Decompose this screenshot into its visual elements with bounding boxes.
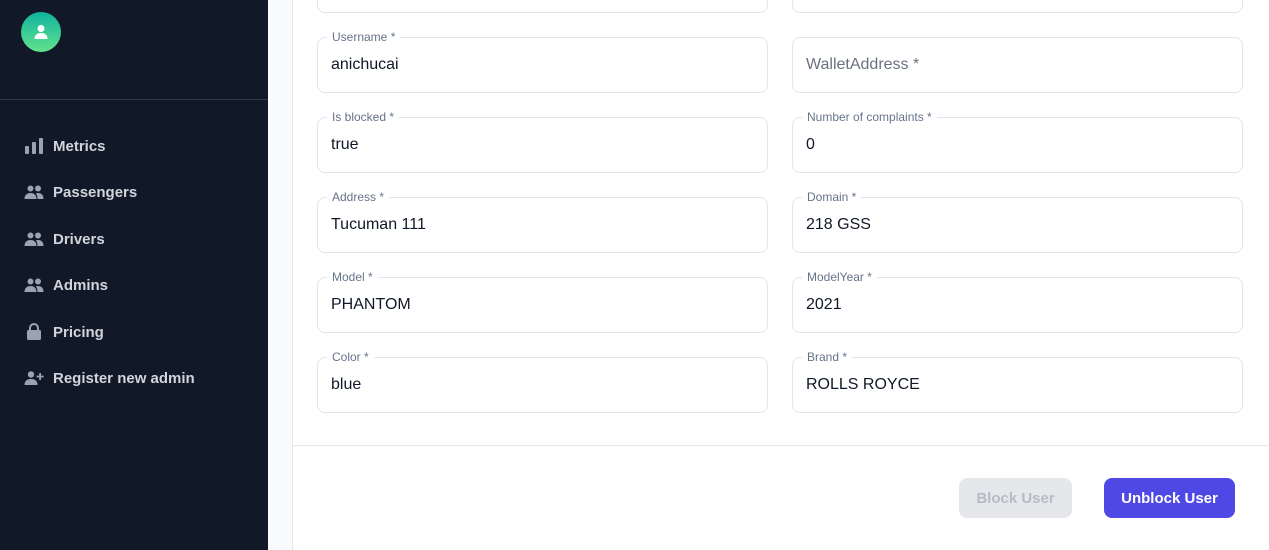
model-year-field[interactable]: ModelYear * [792, 270, 1243, 333]
users-icon [24, 275, 44, 295]
lock-icon [24, 322, 44, 342]
complaints-input[interactable] [806, 135, 1229, 155]
sidebar-item-label: Passengers [53, 183, 138, 201]
block-user-button[interactable]: Block User [959, 478, 1072, 518]
address-input[interactable] [331, 215, 754, 235]
color-field[interactable]: Color * [317, 350, 768, 413]
model-field[interactable]: Model * [317, 270, 768, 333]
sidebar-item-admins[interactable]: Admins [24, 263, 254, 307]
model-year-input[interactable] [806, 295, 1229, 315]
sidebar-item-label: Metrics [53, 137, 106, 155]
wallet-address-field[interactable] [792, 37, 1243, 93]
brand-label: Brand * [802, 350, 853, 364]
sidebar-item-label: Drivers [53, 230, 105, 248]
sidebar-item-passengers[interactable]: Passengers [24, 170, 254, 214]
domain-field[interactable]: Domain * [792, 190, 1243, 253]
brand-field[interactable]: Brand * [792, 350, 1243, 413]
brand-input[interactable] [806, 375, 1229, 395]
sidebar-item-label: Register new admin [53, 369, 195, 387]
bar-chart-icon [24, 136, 44, 156]
user-add-icon [24, 368, 44, 388]
address-label: Address * [327, 190, 390, 204]
wallet-address-input[interactable] [806, 55, 1229, 75]
domain-input[interactable] [806, 215, 1229, 235]
is-blocked-input[interactable] [331, 135, 754, 155]
color-label: Color * [327, 350, 374, 364]
username-label: Username * [327, 30, 401, 44]
sidebar-item-drivers[interactable]: Drivers [24, 217, 254, 261]
users-icon [24, 229, 44, 249]
domain-label: Domain * [802, 190, 862, 204]
complaints-field[interactable]: Number of complaints * [792, 110, 1243, 173]
sidebar-item-pricing[interactable]: Pricing [24, 310, 254, 354]
model-label: Model * [327, 270, 378, 284]
sidebar-item-label: Pricing [53, 323, 104, 341]
is-blocked-label: Is blocked * [327, 110, 400, 124]
complaints-label: Number of complaints * [802, 110, 937, 124]
actions-divider [292, 445, 1269, 446]
form-field-stub-left[interactable] [317, 0, 768, 13]
app-root: Metrics Passengers Drivers Admins Pricin… [0, 0, 1269, 550]
users-icon [24, 182, 44, 202]
color-input[interactable] [331, 375, 754, 395]
user-icon [34, 25, 48, 39]
sidebar-header [0, 0, 268, 100]
sidebar: Metrics Passengers Drivers Admins Pricin… [0, 0, 268, 550]
sidebar-item-register-admin[interactable]: Register new admin [24, 356, 254, 400]
username-input[interactable] [331, 55, 754, 75]
address-field[interactable]: Address * [317, 190, 768, 253]
avatar[interactable] [21, 12, 61, 52]
sidebar-item-metrics[interactable]: Metrics [24, 124, 254, 168]
username-field[interactable]: Username * [317, 30, 768, 93]
unblock-user-button[interactable]: Unblock User [1104, 478, 1235, 518]
model-year-label: ModelYear * [802, 270, 877, 284]
form-field-stub-right[interactable] [792, 0, 1243, 13]
sidebar-item-label: Admins [53, 276, 109, 294]
is-blocked-field[interactable]: Is blocked * [317, 110, 768, 173]
model-input[interactable] [331, 295, 754, 315]
